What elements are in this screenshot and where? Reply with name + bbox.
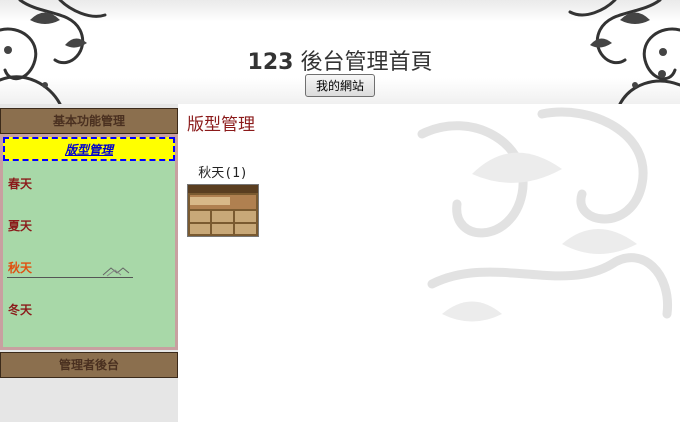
season-winter-link[interactable]: 冬天 xyxy=(8,301,32,318)
season-spring-link[interactable]: 春天 xyxy=(8,175,32,192)
active-squiggle-icon xyxy=(102,267,130,277)
theme-management-link[interactable]: 版型管理 xyxy=(65,143,113,157)
main-content: 版型管理 秋天(1) xyxy=(178,104,680,422)
page-header: 123 後台管理首頁 我的網站 xyxy=(0,0,680,104)
basic-function-panel-body: 版型管理 春天 夏天 秋天 冬天 xyxy=(0,134,178,350)
admin-panel-header[interactable]: 管理者後台 xyxy=(0,352,178,378)
basic-function-panel-header[interactable]: 基本功能管理 xyxy=(0,108,178,134)
season-autumn-link[interactable]: 秋天 xyxy=(8,259,32,276)
theme-name[interactable]: 秋天(1) xyxy=(187,162,259,181)
season-divider xyxy=(7,277,133,278)
theme-management-menu-item[interactable]: 版型管理 xyxy=(3,137,175,161)
season-summer-link[interactable]: 夏天 xyxy=(8,217,32,234)
site-number: 123 xyxy=(247,50,294,75)
site-title: 123 後台管理首頁 xyxy=(0,44,680,76)
autumn-theme-preview-icon[interactable] xyxy=(187,184,259,237)
my-site-button[interactable]: 我的網站 xyxy=(305,74,375,97)
watermark-flourish-icon xyxy=(417,107,673,322)
site-title-text: 後台管理首頁 xyxy=(300,50,433,75)
page-title: 版型管理 xyxy=(187,115,255,135)
sidebar: 基本功能管理 版型管理 春天 夏天 秋天 冬天 管理者後台 xyxy=(0,104,178,422)
theme-card[interactable]: 秋天(1) xyxy=(187,162,259,237)
